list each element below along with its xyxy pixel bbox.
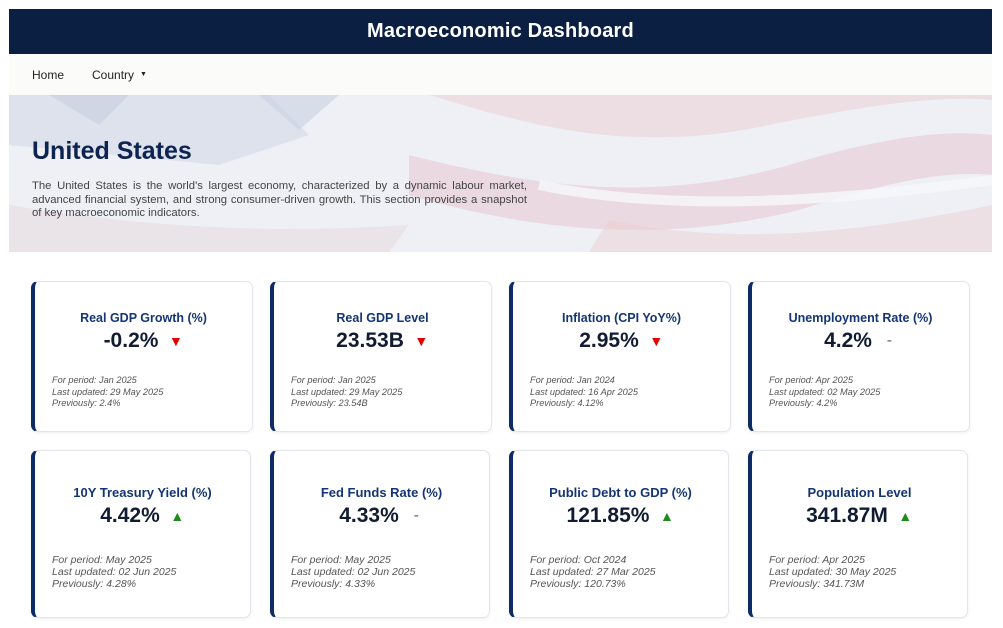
indicator-value: 121.85%	[566, 504, 650, 527]
indicator-card: Inflation (CPI YoY%) 2.95% ▼ For period: Ja…	[509, 281, 731, 432]
indicator-updated: Last updated: 29 May 2025	[291, 386, 403, 397]
indicator-updated: Last updated: 02 May 2025	[769, 386, 881, 397]
indicator-card: Unemployment Rate (%) 4.2% - For period: Ap…	[748, 281, 970, 432]
nav-country-dropdown[interactable]: Country ▼	[92, 68, 147, 82]
caret-down-icon: ▼	[140, 71, 147, 78]
indicator-period: For period: Jan 2024	[530, 375, 615, 385]
app-title: Macroeconomic Dashboard	[367, 20, 634, 42]
indicator-value-row: 2.95% ▼	[513, 329, 730, 353]
indicator-updated: Last updated: 27 Mar 2025	[530, 566, 656, 578]
country-description: The United States is the world's largest…	[32, 180, 527, 219]
indicator-value: 341.87M	[806, 504, 888, 527]
indicator-meta: For period: Jan 2025 Last updated: 29 May…	[291, 375, 402, 410]
indicator-updated: Last updated: 29 May 2025	[52, 386, 164, 397]
indicator-title: Fed Funds Rate (%)	[320, 485, 443, 500]
trend-down-icon: ▼	[414, 333, 429, 349]
indicator-title: Public Debt to GDP (%)	[549, 485, 692, 500]
indicator-meta: For period: May 2025 Last updated: 02 Jun…	[291, 554, 415, 590]
indicator-meta: For period: Oct 2024 Last updated: 27 Mar…	[530, 554, 656, 590]
trend-up-icon: ▲	[898, 508, 913, 524]
nav-bar: Home Country ▼	[9, 54, 992, 95]
indicator-card: Fed Funds Rate (%) 4.33% - For period: May …	[270, 450, 490, 618]
indicator-title: Real GDP Growth (%)	[80, 311, 207, 325]
indicator-period: For period: Apr 2025	[769, 375, 853, 385]
indicator-value-row: 23.53B ▼	[274, 329, 491, 353]
indicator-card: Public Debt to GDP (%) 121.85% ▲ For period…	[509, 450, 729, 618]
indicator-value: -0.2%	[103, 329, 159, 352]
indicator-period: For period: Oct 2024	[530, 554, 627, 566]
indicator-value-row: 4.42% ▲	[35, 504, 250, 528]
indicator-card: 10Y Treasury Yield (%) 4.42% ▲ For period: …	[31, 450, 251, 618]
indicator-previous: Previously: 4.33%	[291, 578, 376, 590]
indicator-previous: Previously: 120.73%	[530, 578, 626, 590]
trend-flat-icon: -	[413, 507, 419, 524]
indicator-meta: For period: Jan 2025 Last updated: 29 May…	[52, 375, 163, 410]
indicator-meta: For period: Apr 2025 Last updated: 30 May…	[769, 554, 896, 590]
hero-content: United States The United States is the w…	[32, 137, 527, 221]
indicator-previous: Previously: 2.4%	[52, 398, 121, 408]
indicator-card: Population Level 341.87M ▲ For period: Apr …	[748, 450, 968, 618]
trend-flat-icon: -	[886, 332, 893, 349]
indicator-meta: For period: Jan 2024 Last updated: 16 Apr…	[530, 375, 638, 410]
app-header: Macroeconomic Dashboard	[9, 9, 992, 54]
indicator-updated: Last updated: 02 Jun 2025	[52, 566, 177, 578]
indicator-updated: Last updated: 16 Apr 2025	[530, 386, 638, 397]
trend-up-icon: ▲	[170, 508, 185, 524]
indicator-previous: Previously: 4.28%	[52, 578, 137, 590]
indicator-value-row: 4.2% -	[752, 329, 969, 353]
trend-up-icon: ▲	[660, 508, 674, 524]
indicator-value: 23.53B	[336, 329, 404, 352]
indicator-previous: Previously: 341.73M	[769, 578, 865, 590]
indicator-meta: For period: Apr 2025 Last updated: 02 May…	[769, 375, 880, 410]
nav-home-link[interactable]: Home	[32, 68, 64, 82]
indicator-updated: Last updated: 02 Jun 2025	[291, 566, 416, 578]
indicator-card: Real GDP Growth (%) -0.2% ▼ For period: Jan…	[31, 281, 253, 432]
nav-country-label: Country	[92, 67, 135, 82]
indicator-title: Inflation (CPI YoY%)	[562, 311, 681, 325]
indicator-value: 4.42%	[100, 504, 160, 527]
indicator-period: For period: Jan 2025	[291, 375, 376, 385]
indicator-title: 10Y Treasury Yield (%)	[73, 485, 212, 500]
indicator-value: 4.2%	[824, 329, 872, 352]
indicator-title: Real GDP Level	[336, 311, 429, 325]
country-hero: United States The United States is the w…	[9, 95, 992, 252]
indicator-meta: For period: May 2025 Last updated: 02 Jun…	[52, 554, 176, 590]
indicator-previous: Previously: 4.12%	[530, 398, 604, 408]
indicator-value-row: -0.2% ▼	[35, 329, 252, 353]
indicator-value: 2.95%	[579, 329, 639, 352]
indicator-period: For period: May 2025	[291, 554, 391, 566]
indicator-period: For period: May 2025	[52, 554, 152, 566]
indicator-title: Unemployment Rate (%)	[788, 311, 933, 325]
indicator-card: Real GDP Level 23.53B ▼ For period: Jan 202…	[270, 281, 492, 432]
trend-down-icon: ▼	[168, 333, 183, 349]
indicator-previous: Previously: 4.2%	[769, 398, 838, 408]
indicator-value-row: 4.33% -	[274, 504, 489, 528]
indicator-previous: Previously: 23.54B	[291, 398, 368, 408]
trend-down-icon: ▼	[649, 333, 664, 349]
indicator-value: 4.33%	[339, 504, 399, 527]
indicator-value-row: 341.87M ▲	[752, 504, 967, 528]
indicator-value-row: 121.85% ▲	[513, 504, 728, 528]
indicator-title: Population Level	[807, 485, 912, 500]
indicator-updated: Last updated: 30 May 2025	[769, 566, 897, 578]
indicator-period: For period: Jan 2025	[52, 375, 137, 385]
country-title: United States	[32, 137, 192, 165]
indicator-period: For period: Apr 2025	[769, 554, 865, 566]
